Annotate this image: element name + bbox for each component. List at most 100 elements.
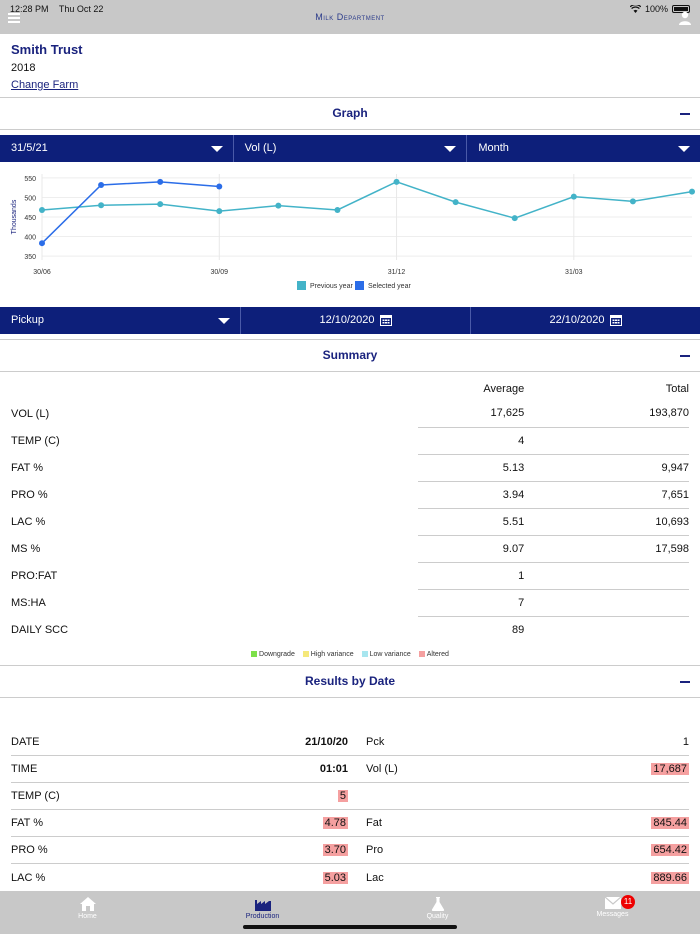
row-average: 4	[417, 427, 525, 455]
row-total	[585, 562, 689, 590]
legend-swatch	[418, 651, 425, 658]
table-row: TEMP (C) 4	[11, 427, 689, 455]
messages-badge: 11	[621, 895, 635, 909]
date-dropdown[interactable]: 31/5/21	[0, 135, 234, 162]
result-label-right: Pck	[366, 736, 385, 748]
table-row: VOL (L) 17,625 193,870	[11, 400, 689, 428]
legend-label: High variance	[310, 651, 354, 658]
row-total: 10,693	[585, 508, 689, 536]
row-label: PRO:FAT	[11, 569, 58, 582]
data-point	[157, 201, 164, 208]
table-row: DATE 21/10/20 Pck 1	[11, 729, 689, 756]
farm-name: Smith Trust	[11, 42, 83, 57]
row-average: 7	[417, 589, 525, 617]
legend-label: Previous year	[310, 283, 353, 290]
data-point	[629, 198, 636, 205]
series-line	[41, 181, 220, 244]
metric-dropdown-value: Vol (L)	[244, 142, 277, 154]
result-label-right: Lac	[366, 871, 384, 884]
chevron-down-icon	[218, 318, 230, 324]
table-row: LAC % 5.03 Lac 889.66	[11, 864, 689, 891]
collapse-summary-icon[interactable]	[680, 355, 690, 357]
results-section-header[interactable]: Results by Date	[0, 665, 700, 698]
summary-section-title: Summary	[322, 348, 378, 362]
row-average: 17,625	[417, 400, 525, 428]
calendar-icon	[609, 315, 622, 327]
date-dropdown-value: 31/5/21	[11, 142, 48, 154]
result-label-left: DATE	[11, 736, 40, 748]
collapse-graph-icon[interactable]	[680, 113, 690, 115]
table-row: FAT % 5.13 9,947	[11, 454, 689, 482]
data-point	[334, 206, 341, 213]
tab-label: Home	[78, 913, 97, 920]
period-dropdown[interactable]: Month	[467, 135, 700, 162]
flask-icon	[431, 897, 444, 911]
change-farm-link[interactable]: Change Farm	[11, 79, 83, 91]
row-average: 1	[417, 562, 525, 590]
chevron-down-icon	[678, 146, 691, 152]
result-value-left: 01:01	[319, 763, 348, 775]
row-total	[585, 427, 689, 455]
tab-label: Quality	[426, 913, 449, 920]
home-icon	[79, 897, 96, 911]
tab-messages[interactable]: Messages 11	[525, 891, 700, 934]
from-date-value: 12/10/2020	[319, 314, 375, 326]
table-row: PRO:FAT 1	[11, 562, 689, 590]
table-row: PRO % 3.94 7,651	[11, 481, 689, 509]
data-point	[98, 202, 105, 209]
legend-item: Downgrade	[251, 651, 295, 658]
pickup-dropdown-value: Pickup	[11, 314, 45, 326]
series-line	[41, 181, 693, 219]
row-total: 17,598	[585, 535, 689, 563]
legend-item: Altered	[418, 651, 449, 658]
data-point	[39, 240, 45, 247]
farm-header: Smith Trust 2018 Change Farm	[11, 42, 83, 91]
result-label-left: PRO %	[11, 844, 48, 856]
chevron-down-icon	[210, 146, 223, 152]
result-label-right: Vol (L)	[366, 763, 398, 775]
tab-label: Production	[245, 913, 280, 920]
table-row: TIME 01:01 Vol (L) 17,687	[11, 756, 689, 783]
home-indicator[interactable]	[243, 925, 457, 929]
data-point	[98, 181, 105, 188]
data-point	[216, 208, 223, 215]
row-average: 5.13	[417, 454, 525, 482]
row-label: LAC %	[11, 515, 46, 528]
summary-header-row: Average Total	[11, 378, 689, 400]
table-row: DAILY SCC 89	[11, 616, 689, 643]
data-point	[511, 215, 518, 222]
row-label: DAILY SCC	[11, 623, 69, 636]
tab-home[interactable]: Home	[0, 891, 175, 934]
summary-table: Average Total VOL (L) 17,625 193,870 TEMP …	[11, 378, 689, 643]
envelope-icon	[604, 897, 621, 909]
row-average: 9.07	[417, 535, 525, 563]
table-row: PRO % 3.70 Pro 654.42	[11, 837, 689, 864]
y-tick-label: 400	[24, 235, 36, 242]
metric-dropdown[interactable]: Vol (L)	[234, 135, 468, 162]
user-icon[interactable]	[678, 11, 692, 25]
row-total	[585, 589, 689, 617]
y-tick-label: 500	[24, 195, 36, 202]
row-label: PRO %	[11, 488, 48, 501]
collapse-results-icon[interactable]	[680, 681, 690, 683]
graph-selector-bar: 31/5/21 Vol (L) Month	[0, 135, 700, 162]
top-bar: 12:28 PM Thu Oct 22 100% Milk Department	[0, 0, 700, 34]
pickup-dropdown[interactable]: Pickup	[0, 307, 241, 334]
results-list: DATE 21/10/20 Pck 1 TIME 01:01 Vol (L) 17,687 TE…	[11, 729, 689, 891]
from-date-picker[interactable]: 12/10/2020	[241, 307, 471, 334]
table-row: LAC % 5.51 10,693	[11, 508, 689, 536]
result-value-right: 845.44	[651, 817, 689, 829]
legend-swatch	[251, 651, 258, 658]
result-label-left: TIME	[11, 763, 38, 775]
volume-chart: 350 400 450 500 550 30/06 30/09 31/12 31/03 Thous…	[11, 174, 695, 290]
legend-label: Low variance	[369, 651, 411, 658]
result-label-left: FAT %	[11, 817, 43, 829]
data-point	[452, 199, 459, 206]
pickup-selector-bar: Pickup 12/10/2020 22/10/2020	[0, 307, 700, 334]
row-label: TEMP (C)	[11, 434, 60, 447]
summary-section-header[interactable]: Summary	[0, 339, 700, 372]
graph-section-header[interactable]: Graph	[0, 97, 700, 130]
x-tick-label: 31/12	[388, 269, 406, 276]
row-label: MS %	[11, 542, 41, 555]
to-date-picker[interactable]: 22/10/2020	[471, 307, 700, 334]
